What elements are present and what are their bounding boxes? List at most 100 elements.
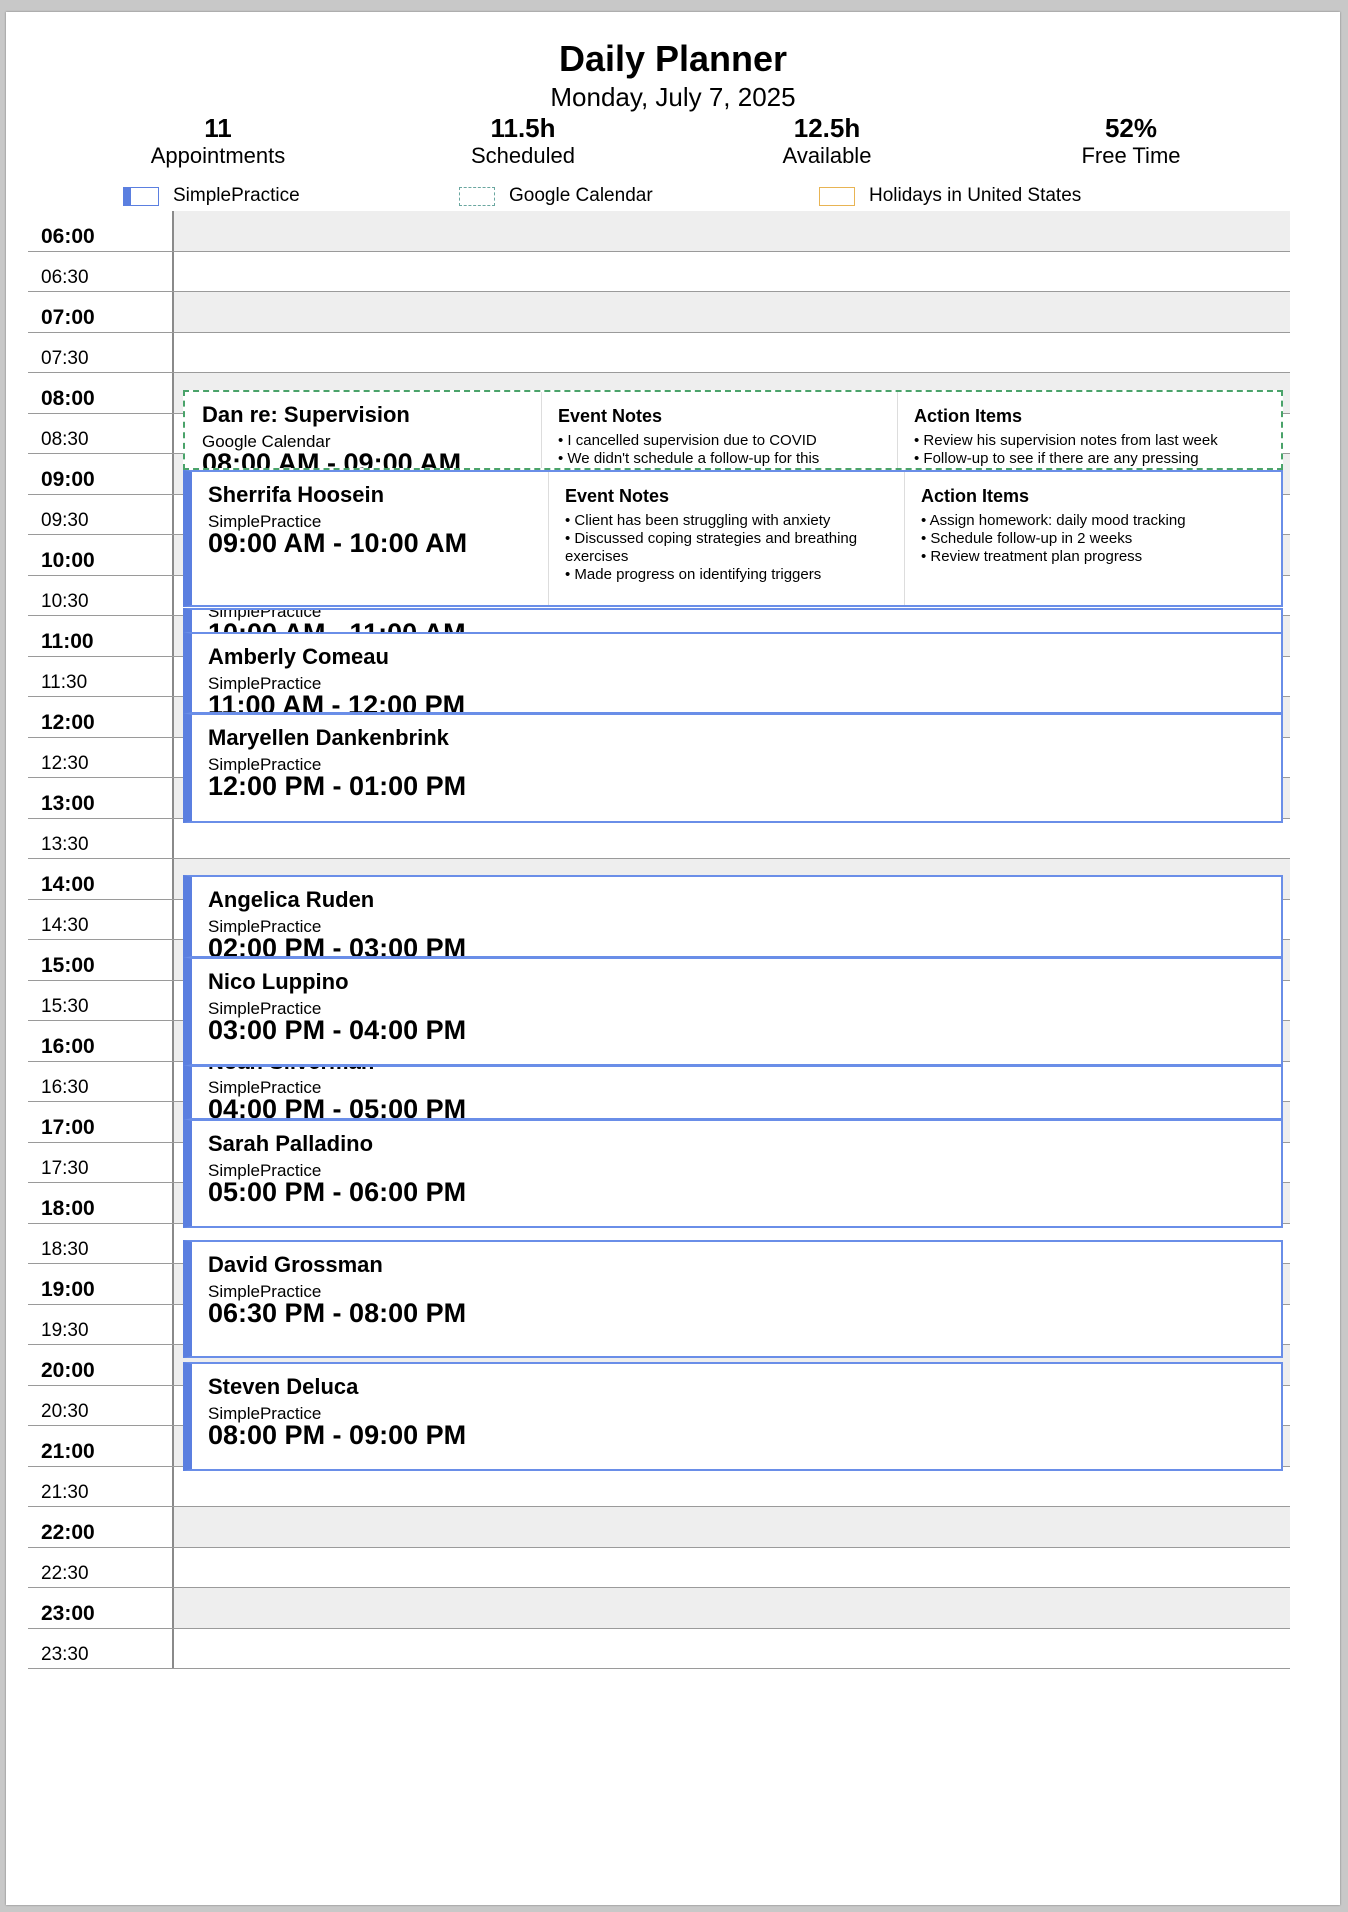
- event-card[interactable]: Steven Deluca SimplePractice 08:00 PM - …: [183, 1362, 1283, 1471]
- time-label: 23:30: [28, 1628, 174, 1668]
- time-label: 18:30: [28, 1223, 174, 1263]
- event-title: Dan re: Supervision: [202, 402, 410, 427]
- event-title: Noah Silverman: [208, 1067, 374, 1075]
- event-card[interactable]: David Grossman SimplePractice 06:30 PM -…: [183, 1240, 1283, 1358]
- event-time: 04:00 PM - 05:00 PM: [208, 1094, 467, 1120]
- time-row: 06:00: [28, 211, 1290, 252]
- time-label: 11:00: [28, 616, 174, 656]
- event-note: • Client has been struggling with anxiet…: [565, 512, 831, 529]
- time-label: 12:00: [28, 697, 174, 737]
- time-row: 07:00: [28, 292, 1290, 333]
- event-card[interactable]: Noah Silverman SimplePractice 04:00 PM -…: [183, 1065, 1283, 1120]
- time-label: 06:00: [28, 211, 174, 251]
- legend-google-calendar: Google Calendar: [459, 182, 653, 210]
- event-title: David Grossman: [208, 1252, 383, 1277]
- time-label: 20:00: [28, 1345, 174, 1385]
- event-note: • I cancelled supervision due to COVID: [558, 432, 817, 449]
- time-label: 06:30: [28, 251, 174, 291]
- action-item: • Review his supervision notes from last…: [914, 432, 1218, 449]
- time-label: 20:30: [28, 1385, 174, 1425]
- legend-label: Holidays in United States: [869, 185, 1082, 206]
- event-card[interactable]: Angelica Ruden SimplePractice 02:00 PM -…: [183, 875, 1283, 958]
- stat-label: Scheduled: [471, 143, 575, 168]
- event-time: 05:00 PM - 06:00 PM: [208, 1177, 467, 1207]
- time-label: 22:30: [28, 1547, 174, 1587]
- event-card[interactable]: Sarah Palladino SimplePractice 05:00 PM …: [183, 1119, 1283, 1228]
- google-calendar-swatch-icon: [459, 186, 495, 206]
- time-row: 07:30: [28, 332, 1290, 373]
- stat-available: 12.5h Available: [697, 114, 957, 170]
- time-label: 21:30: [28, 1466, 174, 1506]
- time-label: 07:30: [28, 332, 174, 372]
- event-card[interactable]: Maryellen Dankenbrink SimplePractice 12:…: [183, 713, 1283, 823]
- event-card[interactable]: Sherrifa Hoosein SimplePractice 09:00 AM…: [183, 470, 1283, 607]
- time-label: 19:00: [28, 1264, 174, 1304]
- time-label: 13:30: [28, 818, 174, 858]
- event-title: Maryellen Dankenbrink: [208, 725, 449, 750]
- time-label: 08:00: [28, 373, 174, 413]
- event-card[interactable]: Dan re: Supervision Google Calendar 08:0…: [183, 390, 1283, 470]
- time-label: 13:00: [28, 778, 174, 818]
- time-label: 08:30: [28, 413, 174, 453]
- event-title: Sherrifa Hoosein: [208, 482, 385, 507]
- simplepractice-swatch-icon: [123, 186, 159, 206]
- action-items: Action Items • Review his supervision no…: [897, 392, 1253, 468]
- time-label: 23:00: [28, 1588, 174, 1628]
- action-items-list: • Review his supervision notes from last…: [914, 432, 1244, 468]
- event-card[interactable]: Nico Luppino SimplePractice 03:00 PM - 0…: [183, 957, 1283, 1066]
- action-items-heading: Action Items: [921, 486, 1030, 506]
- stat-value: 11.5h: [490, 113, 556, 143]
- legend-holidays: Holidays in United States: [819, 182, 1081, 210]
- event-time: 11:00 AM - 12:00 PM: [208, 690, 466, 714]
- time-label: 14:30: [28, 899, 174, 939]
- time-label: 10:30: [28, 575, 174, 615]
- event-title: Nico Luppino: [208, 969, 349, 994]
- stat-label: Appointments: [150, 143, 286, 168]
- event-notes-heading: Event Notes: [558, 406, 663, 426]
- event-card[interactable]: Amberly Comeau SimplePractice 11:00 AM -…: [183, 632, 1283, 714]
- page-date: Monday, July 7, 2025: [550, 82, 796, 112]
- time-row: 22:30: [28, 1547, 1290, 1588]
- action-items-list: • Assign homework: daily mood tracking •…: [921, 512, 1251, 566]
- event-note: • We didn't schedule a follow-up for thi…: [558, 450, 820, 467]
- time-label: 16:30: [28, 1061, 174, 1101]
- event-time: 06:30 PM - 08:00 PM: [208, 1298, 467, 1328]
- event-title: Amberly Comeau: [208, 644, 389, 669]
- event-time: 12:00 PM - 01:00 PM: [208, 771, 467, 801]
- time-label: 12:30: [28, 737, 174, 777]
- event-note: • Made progress on identifying triggers: [565, 566, 822, 583]
- event-notes-heading: Event Notes: [565, 486, 670, 506]
- time-row: 23:30: [28, 1628, 1290, 1669]
- stat-value: 12.5h: [793, 113, 861, 143]
- stat-value: 11: [204, 113, 232, 143]
- action-item: • Schedule follow-up in 2 weeks: [921, 530, 1133, 547]
- event-note: • Discussed coping strategies and breath…: [565, 530, 858, 565]
- time-label: 09:00: [28, 454, 174, 494]
- time-label: 10:00: [28, 535, 174, 575]
- event-time: 03:00 PM - 04:00 PM: [208, 1015, 467, 1045]
- time-label: 15:30: [28, 980, 174, 1020]
- stat-appointments: 11 Appointments: [88, 114, 348, 170]
- event-time: 02:00 PM - 03:00 PM: [208, 933, 467, 958]
- stat-label: Available: [782, 143, 872, 168]
- time-label: 09:30: [28, 494, 174, 534]
- time-row: 23:00: [28, 1588, 1290, 1629]
- action-item: • Assign homework: daily mood tracking: [921, 512, 1186, 529]
- time-label: 17:30: [28, 1142, 174, 1182]
- event-notes: Event Notes • Client has been struggling…: [548, 472, 904, 605]
- action-items-heading: Action Items: [914, 406, 1023, 426]
- page-title: Daily Planner: [558, 38, 788, 79]
- event-notes-list: • Client has been struggling with anxiet…: [565, 512, 895, 584]
- time-row: 21:30: [28, 1466, 1290, 1507]
- stat-value: 52%: [1104, 113, 1158, 143]
- time-row: 13:30: [28, 818, 1290, 859]
- event-title: Sarah Palladino: [208, 1131, 374, 1156]
- time-label: 22:00: [28, 1507, 174, 1547]
- stat-scheduled: 11.5h Scheduled: [393, 114, 653, 170]
- stat-free-time: 52% Free Time: [1001, 114, 1261, 170]
- event-notes: Event Notes • I cancelled supervision du…: [541, 392, 897, 468]
- time-label: 19:30: [28, 1304, 174, 1344]
- time-label: 07:00: [28, 292, 174, 332]
- event-title: Angelica Ruden: [208, 887, 375, 912]
- event-time: 08:00 AM - 09:00 AM: [202, 448, 462, 470]
